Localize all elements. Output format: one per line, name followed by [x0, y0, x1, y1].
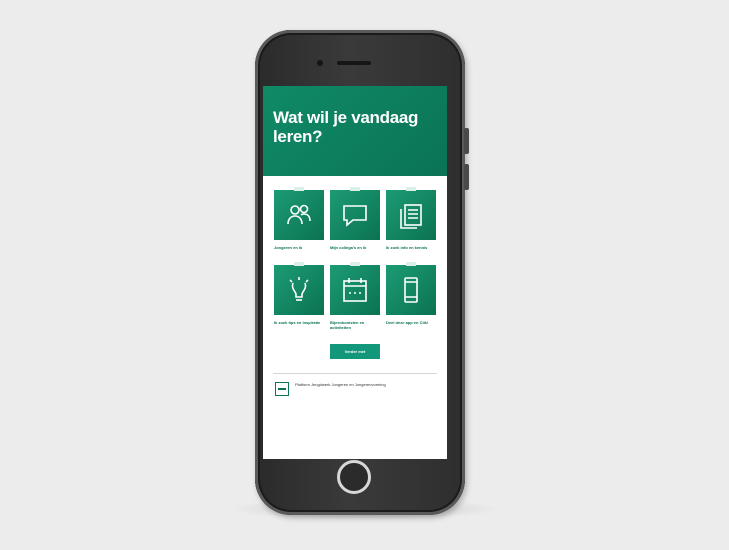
documents-icon [400, 204, 422, 229]
people-icon [287, 204, 311, 225]
speaker-grille [337, 61, 371, 65]
app-header: Wat wil je vandaag leren? [263, 86, 447, 176]
tile-jongeren[interactable]: Jongeren en ik [274, 187, 324, 259]
tile-label: Jongeren en ik [274, 245, 303, 250]
tile-label: Ik zoek info en kennis [386, 245, 428, 250]
tile-tips[interactable]: Ik zoek tips en inspiratie [274, 262, 324, 334]
smartphone-icon [404, 277, 418, 303]
tile-label: Ik zoek tips en inspiratie [274, 320, 321, 325]
speech-bubble-icon [343, 205, 367, 227]
tile-activiteiten[interactable]: Bijeenkomsten en activiteiten [330, 262, 380, 334]
continue-button[interactable]: Verder met [330, 344, 380, 359]
tile-box [274, 187, 324, 240]
page-title: Wat wil je vandaag leren? [273, 108, 419, 146]
side-button-upper [464, 128, 469, 154]
tile-box [386, 262, 436, 315]
footer: Platform Jeugdwerk Jongeren en Jongerenv… [263, 374, 447, 396]
tile-box [386, 187, 436, 240]
tile-box [274, 262, 324, 315]
front-camera-icon [317, 60, 323, 66]
lightbulb-icon [289, 277, 309, 301]
tile-collegas[interactable]: Mijn collega's en ik [330, 187, 380, 259]
tile-box [330, 187, 380, 240]
tile-label: Bijeenkomsten en activiteiten [330, 320, 365, 330]
tile-label: Deel deze app en Clik! [386, 320, 429, 325]
app-screen: Wat wil je vandaag leren? Jongeren en ik [263, 86, 447, 459]
side-button-lower [464, 164, 469, 190]
calendar-icon [343, 278, 367, 302]
tile-label: Mijn collega's en ik [330, 245, 367, 250]
footer-text: Platform Jeugdwerk Jongeren en Jongerenv… [295, 382, 386, 387]
phone-mockup: Wat wil je vandaag leren? Jongeren en ik [255, 30, 469, 515]
home-button[interactable] [337, 460, 371, 494]
tile-box [330, 262, 380, 315]
tile-deel-app[interactable]: Deel deze app en Clik! [386, 262, 436, 334]
platform-logo-icon [275, 382, 289, 396]
topic-grid: Jongeren en ik Mijn collega's en ik Ik z… [263, 176, 447, 334]
tile-info[interactable]: Ik zoek info en kennis [386, 187, 436, 259]
